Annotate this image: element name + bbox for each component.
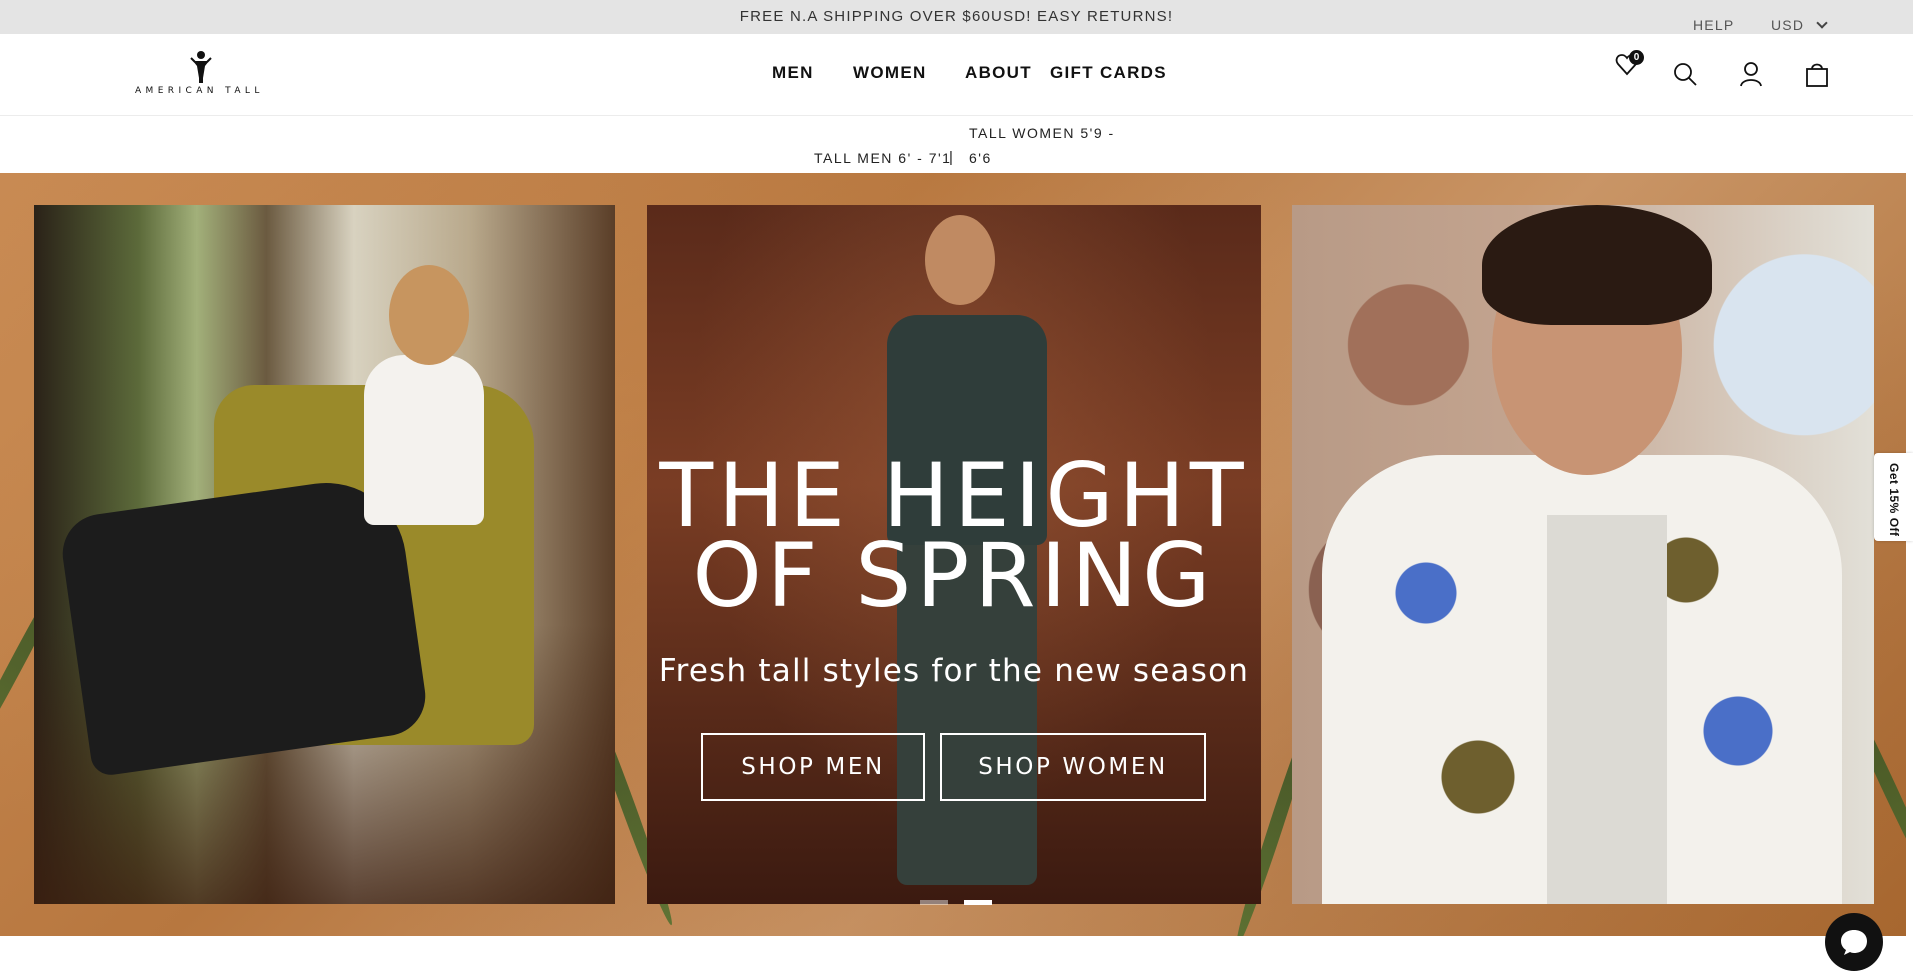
help-link[interactable]: HELP	[1693, 17, 1734, 33]
height-women-range[interactable]: 6'6	[969, 150, 992, 166]
nav-gift-cards[interactable]: GIFT CARDS	[1050, 63, 1167, 83]
nav-about[interactable]: ABOUT	[965, 63, 1032, 83]
shop-men-button[interactable]: SHOP MEN	[701, 733, 925, 801]
discount-side-tab[interactable]: Get 15% Off	[1874, 453, 1913, 541]
nav-men[interactable]: MEN	[772, 63, 814, 83]
currency-selector[interactable]: USD	[1771, 17, 1828, 33]
account-button[interactable]	[1737, 60, 1765, 88]
announcement-bar: FREE N.A SHIPPING OVER $60USD! EASY RETU…	[0, 0, 1913, 34]
chat-button[interactable]	[1825, 913, 1883, 971]
logo-text: AMERICAN TALL	[135, 86, 264, 96]
slide-dot-1[interactable]	[920, 900, 948, 905]
hero-image-women	[34, 205, 615, 904]
currency-label: USD	[1771, 17, 1805, 33]
nav-women[interactable]: WOMEN	[853, 63, 927, 83]
model-tee	[1547, 515, 1667, 904]
model-hair	[1482, 205, 1712, 325]
model-head	[925, 215, 995, 305]
bag-icon	[1806, 63, 1828, 87]
account-icon	[1740, 62, 1762, 87]
chat-bubble-icon	[1841, 930, 1867, 955]
discount-tab-label: Get 15% Off	[1887, 463, 1901, 537]
slider-pagination	[920, 900, 992, 905]
search-button[interactable]	[1671, 60, 1699, 88]
shop-women-button[interactable]: SHOP WOMEN	[940, 733, 1206, 801]
chevron-down-icon	[1816, 17, 1828, 29]
cart-button[interactable]	[1803, 60, 1831, 88]
hero-image-men	[1292, 205, 1874, 904]
model-head	[389, 265, 469, 365]
logo-mark-icon	[190, 51, 212, 83]
hero-title-line-2: OF SPRING	[692, 524, 1216, 627]
site-header: AMERICAN TALL MEN WOMEN ABOUT GIFT CARDS…	[0, 34, 1913, 116]
hero-banner[interactable]: THE HEIGHT OF SPRING Fresh tall styles f…	[0, 173, 1906, 936]
height-men-label[interactable]: TALL MEN 6' - 7'1	[814, 150, 951, 166]
wishlist-count-badge: 0	[1629, 50, 1644, 65]
height-women-label[interactable]: TALL WOMEN 5'9 -	[969, 125, 1115, 141]
search-icon	[1674, 63, 1697, 86]
slide-dot-2[interactable]	[964, 900, 992, 905]
model-tank-top	[364, 355, 484, 525]
wishlist-button[interactable]: 0	[1614, 50, 1644, 78]
brand-logo[interactable]: AMERICAN TALL	[135, 50, 267, 100]
hero-subtitle: Fresh tall styles for the new season	[658, 653, 1250, 689]
height-separator: |	[949, 149, 953, 166]
page: FREE N.A SHIPPING OVER $60USD! EASY RETU…	[0, 0, 1913, 972]
announcement-text: FREE N.A SHIPPING OVER $60USD! EASY RETU…	[739, 8, 1174, 25]
height-banner: TALL WOMEN 5'9 - TALL MEN 6' - 7'1 | 6'6	[0, 116, 1913, 173]
hero-title: THE HEIGHT OF SPRING	[647, 452, 1261, 627]
